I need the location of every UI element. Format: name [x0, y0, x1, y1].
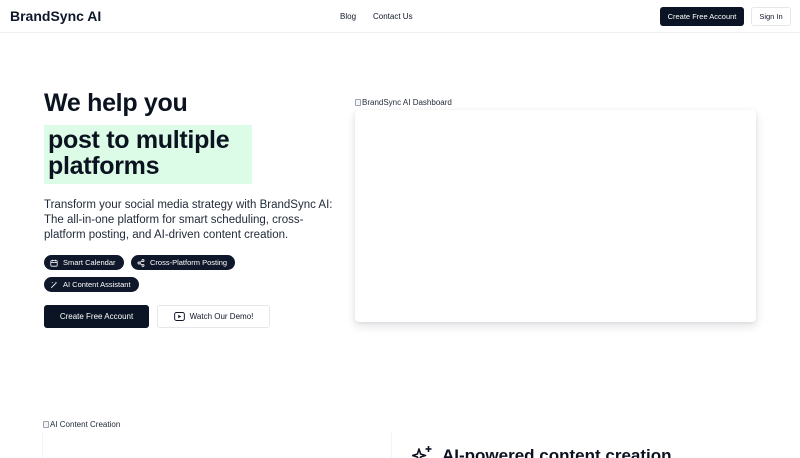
create-account-button[interactable]: Create Free Account [44, 305, 149, 328]
section-title: AI-powered content creation [442, 446, 672, 458]
hero-highlight-line2: platforms [48, 152, 160, 180]
video-play-icon [173, 312, 185, 321]
sparkles-icon [412, 446, 432, 458]
dashboard-image-alt: BrandSync AI Dashboard [362, 98, 452, 107]
magic-wand-icon [50, 281, 58, 288]
hero-description: Transform your social media strategy wit… [44, 199, 333, 241]
brand-logo[interactable]: BrandSync AI [10, 8, 101, 24]
broken-image-icon [43, 421, 49, 428]
nav-sign-in-button[interactable]: Sign In [751, 7, 791, 26]
dashboard-image-card [355, 110, 756, 322]
hero-highlight-line1: post to multiple [48, 126, 230, 154]
nav-link-blog[interactable]: Blog [340, 12, 356, 21]
tag-label: AI Content Assistant [63, 280, 131, 289]
ai-content-image-card [42, 432, 392, 458]
hero-heading: We help you [44, 89, 188, 117]
hero-highlight-text: post to multiple platforms [48, 126, 230, 180]
share-icon [137, 258, 145, 267]
nav-create-account-button[interactable]: Create Free Account [660, 7, 744, 26]
ai-content-image-alt: AI Content Creation [50, 420, 121, 429]
ai-content-image: AI Content Creation [43, 420, 120, 429]
nav-link-contact[interactable]: Contact Us [373, 12, 413, 21]
broken-image-icon [355, 99, 361, 106]
top-navbar: BrandSync AI Blog Contact Us Create Free… [0, 0, 800, 33]
tag-cross-platform: Cross-Platform Posting [131, 255, 236, 270]
tag-label: Cross-Platform Posting [150, 258, 228, 267]
tag-smart-calendar: Smart Calendar [44, 255, 124, 270]
dashboard-image: BrandSync AI Dashboard [355, 98, 452, 107]
watch-demo-label: Watch Our Demo! [189, 312, 254, 321]
tag-label: Smart Calendar [63, 258, 116, 267]
watch-demo-button[interactable]: Watch Our Demo! [157, 305, 270, 328]
calendar-icon [50, 259, 58, 267]
tag-ai-assistant: AI Content Assistant [44, 277, 139, 292]
